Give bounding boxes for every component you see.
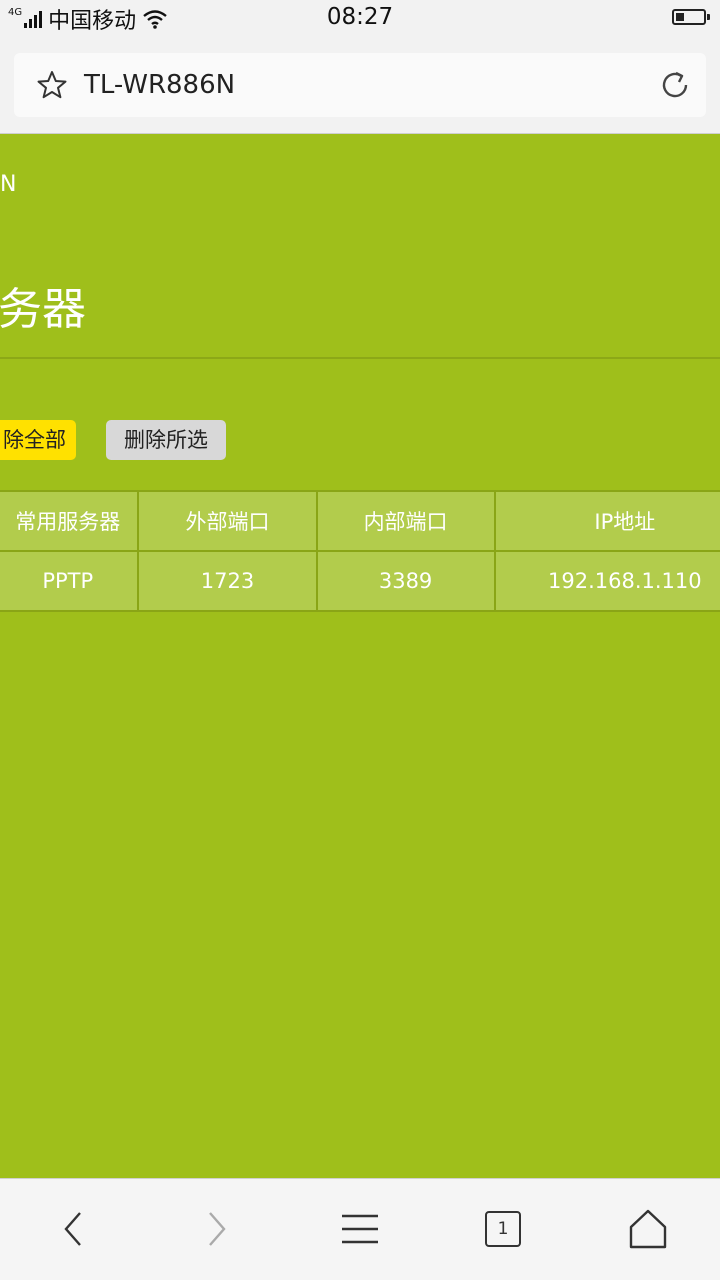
- table-header-row: 常用服务器 外部端口 内部端口 IP地址: [0, 490, 720, 552]
- browser-toolbar: TL-WR886N: [0, 38, 720, 134]
- bottom-navigation: 1: [0, 1178, 720, 1280]
- cell-ip-address: 192.168.1.110: [493, 550, 720, 612]
- cell-server: PPTP: [0, 550, 140, 612]
- header-ip-address: IP地址: [493, 490, 720, 552]
- cell-internal-port: 3389: [315, 550, 496, 612]
- delete-selected-button[interactable]: 删除所选: [106, 420, 226, 460]
- cell-external-port: 1723: [137, 550, 318, 612]
- clock: 08:27: [326, 4, 394, 30]
- battery-icon: [672, 9, 710, 25]
- server-table: 常用服务器 外部端口 内部端口 IP地址 PPTP 1723 3389 192.…: [0, 490, 720, 612]
- battery-level: [676, 13, 684, 21]
- delete-all-button[interactable]: 除全部: [0, 420, 76, 460]
- page-heading: 务器: [0, 284, 86, 335]
- header-external-port: 外部端口: [137, 490, 318, 552]
- page-title[interactable]: TL-WR886N: [84, 69, 235, 101]
- status-bar: 4G 中国移动 08:27: [0, 0, 720, 38]
- chevron-right-icon[interactable]: [196, 1207, 240, 1251]
- router-model: N: [0, 172, 17, 197]
- tabs-icon[interactable]: 1: [481, 1207, 525, 1251]
- web-content: N 务器 除全部 删除所选 常用服务器 外部端口 内部端口 IP地址 PPTP …: [0, 134, 720, 1178]
- header-internal-port: 内部端口: [315, 490, 496, 552]
- header-common-server: 常用服务器: [0, 490, 140, 552]
- hamburger-menu-icon[interactable]: [338, 1207, 382, 1251]
- divider: [0, 357, 720, 359]
- table-row[interactable]: PPTP 1723 3389 192.168.1.110: [0, 550, 720, 612]
- screen: 4G 中国移动 08:27 TL-WR886N N 务器 除全部 删除所选 常用…: [0, 0, 720, 1280]
- reload-icon[interactable]: [658, 68, 692, 102]
- address-bar[interactable]: TL-WR886N: [14, 53, 706, 117]
- tab-count: 1: [485, 1211, 521, 1247]
- star-icon[interactable]: [36, 69, 68, 101]
- home-icon[interactable]: [626, 1207, 670, 1251]
- chevron-left-icon[interactable]: [52, 1207, 96, 1251]
